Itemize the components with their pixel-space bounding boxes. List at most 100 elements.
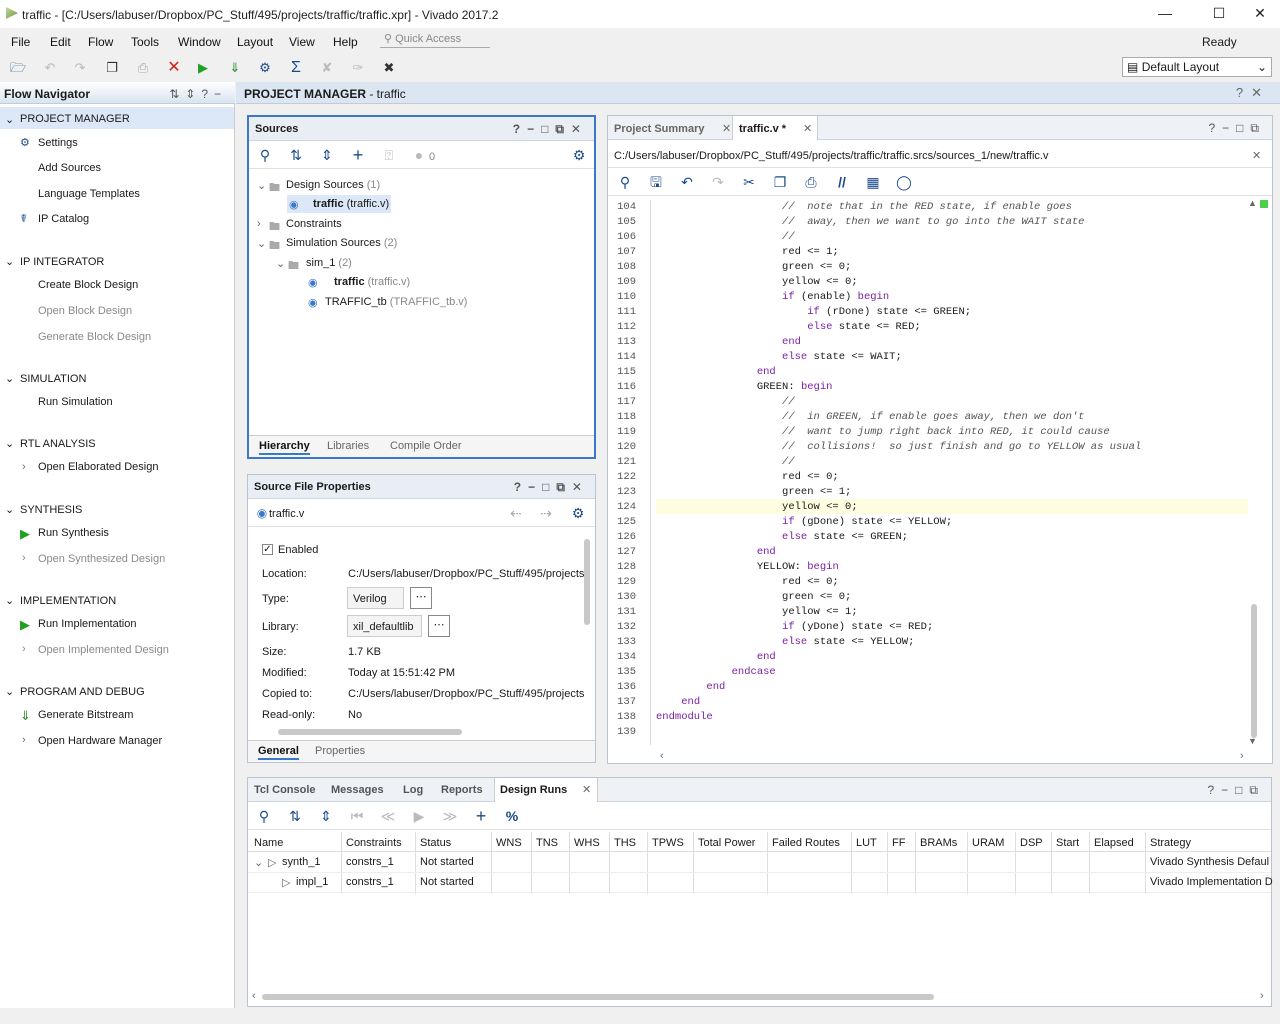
nav-language-templates[interactable]: Language Templates [38,188,140,200]
run-status-icon[interactable]: ▷ [282,876,290,889]
maximize-button[interactable]: ☐ [1196,0,1242,28]
code-line[interactable]: 132 if (yDone) state <= RED; [608,620,1248,635]
forward-arrow-icon[interactable]: ⇢ [536,503,556,523]
code-line[interactable]: 122 red <= 0; [608,470,1248,485]
code-line[interactable]: 136 end [608,680,1248,695]
close-tab-icon[interactable]: ✕ [803,122,812,135]
code-line[interactable]: 108 green <= 0; [608,260,1248,275]
tab-properties[interactable]: Properties [315,745,365,757]
back-arrow-icon[interactable]: ⇠ [506,503,526,523]
close-tab-icon[interactable]: ✕ [582,783,591,796]
tab-reports[interactable]: Reports [441,784,483,796]
tab-general[interactable]: General [258,745,299,760]
menu-window[interactable]: Window [178,35,221,49]
search-icon[interactable]: ⚲ [254,806,274,826]
type-more-button[interactable]: ⋯ [410,587,432,609]
close-path-icon[interactable]: ✕ [1252,149,1261,162]
runs-hscroll[interactable] [262,994,934,1000]
code-line[interactable]: 125 if (gDone) state <= YELLOW; [608,515,1248,530]
wand-icon[interactable]: ✑ [348,58,368,78]
properties-vscroll[interactable] [584,539,590,625]
code-line[interactable]: 121 // [608,455,1248,470]
nav-run-synthesis[interactable]: Run Synthesis [38,527,109,539]
panel-controls[interactable]: ?−□⧉✕ [513,122,588,137]
fast-forward-icon[interactable]: ≫ [440,806,460,826]
question-doc-icon[interactable]: ⍰ [379,145,399,165]
column-header[interactable]: THS [614,837,636,849]
library-more-button[interactable]: ⋯ [428,615,450,637]
close-tab-icon[interactable]: ✕ [722,122,731,135]
section-toggle-icon[interactable]: ⌄ [5,372,14,385]
tree-sim-traffic[interactable]: traffic (traffic.v) [334,276,410,288]
panel-controls[interactable]: ?−□⧉✕ [514,480,589,495]
section-project-manager[interactable]: PROJECT MANAGER [20,113,130,125]
column-header[interactable]: TNS [536,837,558,849]
tab-design-runs[interactable]: Design Runs [500,784,567,796]
undo-icon[interactable]: ↶ [40,58,60,78]
section-simulation[interactable]: SIMULATION [20,373,86,385]
code-line[interactable]: 124 yellow <= 0; [608,500,1248,515]
search-icon[interactable]: ⚲ [255,145,275,165]
menu-tools[interactable]: Tools [131,35,159,49]
code-line[interactable]: 115 end [608,365,1248,380]
code-line[interactable]: 134 end [608,650,1248,665]
code-line[interactable]: 131 yellow <= 1; [608,605,1248,620]
code-line[interactable]: 139 [608,725,1248,740]
nav-add-sources[interactable]: Add Sources [38,162,101,174]
run-status-icon[interactable]: ▷ [268,856,276,869]
scroll-down-icon[interactable]: ▼ [1248,736,1257,746]
section-ip-integrator[interactable]: IP INTEGRATOR [20,256,104,268]
enabled-checkbox[interactable]: ✓ [262,544,273,555]
column-header[interactable]: Elapsed [1094,837,1134,849]
code-line[interactable]: 104 // note that in the RED state, if en… [608,200,1248,215]
program-icon[interactable]: ⇓ [225,58,245,78]
delete-icon[interactable]: ✕ [164,58,184,78]
menu-file[interactable]: File [11,35,30,49]
column-header[interactable]: Constraints [346,837,402,849]
copy-icon[interactable]: ❐ [102,58,122,78]
tab-libraries[interactable]: Libraries [327,440,369,452]
percent-icon[interactable]: % [502,806,522,826]
tree-simulation-sources[interactable]: Simulation Sources (2) [286,237,397,249]
menu-edit[interactable]: Edit [50,35,71,49]
section-synthesis[interactable]: SYNTHESIS [20,504,82,516]
panel-controls[interactable]: ?−□⧉ [1208,783,1266,798]
layout-select[interactable]: ▤ Default Layout ⌄ [1122,57,1272,77]
collapse-all-icon[interactable]: ⇅ [285,806,305,826]
code-line[interactable]: 107 red <= 1; [608,245,1248,260]
column-icon[interactable]: ▦ [863,172,883,192]
nav-open-hardware-manager[interactable]: Open Hardware Manager [38,735,162,747]
tab-compile-order[interactable]: Compile Order [390,440,462,452]
tab-traffic-v[interactable]: traffic.v * [739,123,786,135]
open-project-icon[interactable]: 🗁 [8,58,28,78]
code-line[interactable]: 116 GREEN: begin [608,380,1248,395]
menu-flow[interactable]: Flow [88,35,113,49]
menu-help[interactable]: Help [333,35,358,49]
redo-icon[interactable]: ↷ [708,172,728,192]
copy-icon[interactable]: ❐ [770,172,790,192]
tab-messages[interactable]: Messages [331,784,384,796]
code-line[interactable]: 123 green <= 1; [608,485,1248,500]
expand-all-icon[interactable]: ⇕ [316,806,336,826]
gear-icon[interactable]: ⚙ [568,503,588,523]
section-toggle-icon[interactable]: ⌄ [5,685,14,698]
section-toggle-icon[interactable]: ⌄ [5,437,14,450]
section-implementation[interactable]: IMPLEMENTATION [20,595,116,607]
close-window-button[interactable]: ✕ [1240,0,1280,28]
scroll-right-icon[interactable]: › [1260,990,1264,1002]
nav-ip-catalog[interactable]: IP Catalog [38,213,89,225]
section-rtl-analysis[interactable]: RTL ANALYSIS [20,438,96,450]
chevron-right-icon[interactable]: › [22,734,26,746]
nav-run-simulation[interactable]: Run Simulation [38,396,113,408]
column-header[interactable]: DSP [1020,837,1043,849]
scroll-left-icon[interactable]: ‹ [660,750,664,762]
column-header[interactable]: WNS [496,837,522,849]
code-line[interactable]: 133 else state <= YELLOW; [608,635,1248,650]
panel-controls[interactable]: ?−□⧉ [1209,121,1267,136]
column-header[interactable]: Strategy [1150,837,1191,849]
code-line[interactable]: 113 end [608,335,1248,350]
undo-icon[interactable]: ↶ [677,172,697,192]
column-header[interactable]: Failed Routes [772,837,840,849]
comment-icon[interactable]: // [832,172,852,192]
code-line[interactable]: 114 else state <= WAIT; [608,350,1248,365]
